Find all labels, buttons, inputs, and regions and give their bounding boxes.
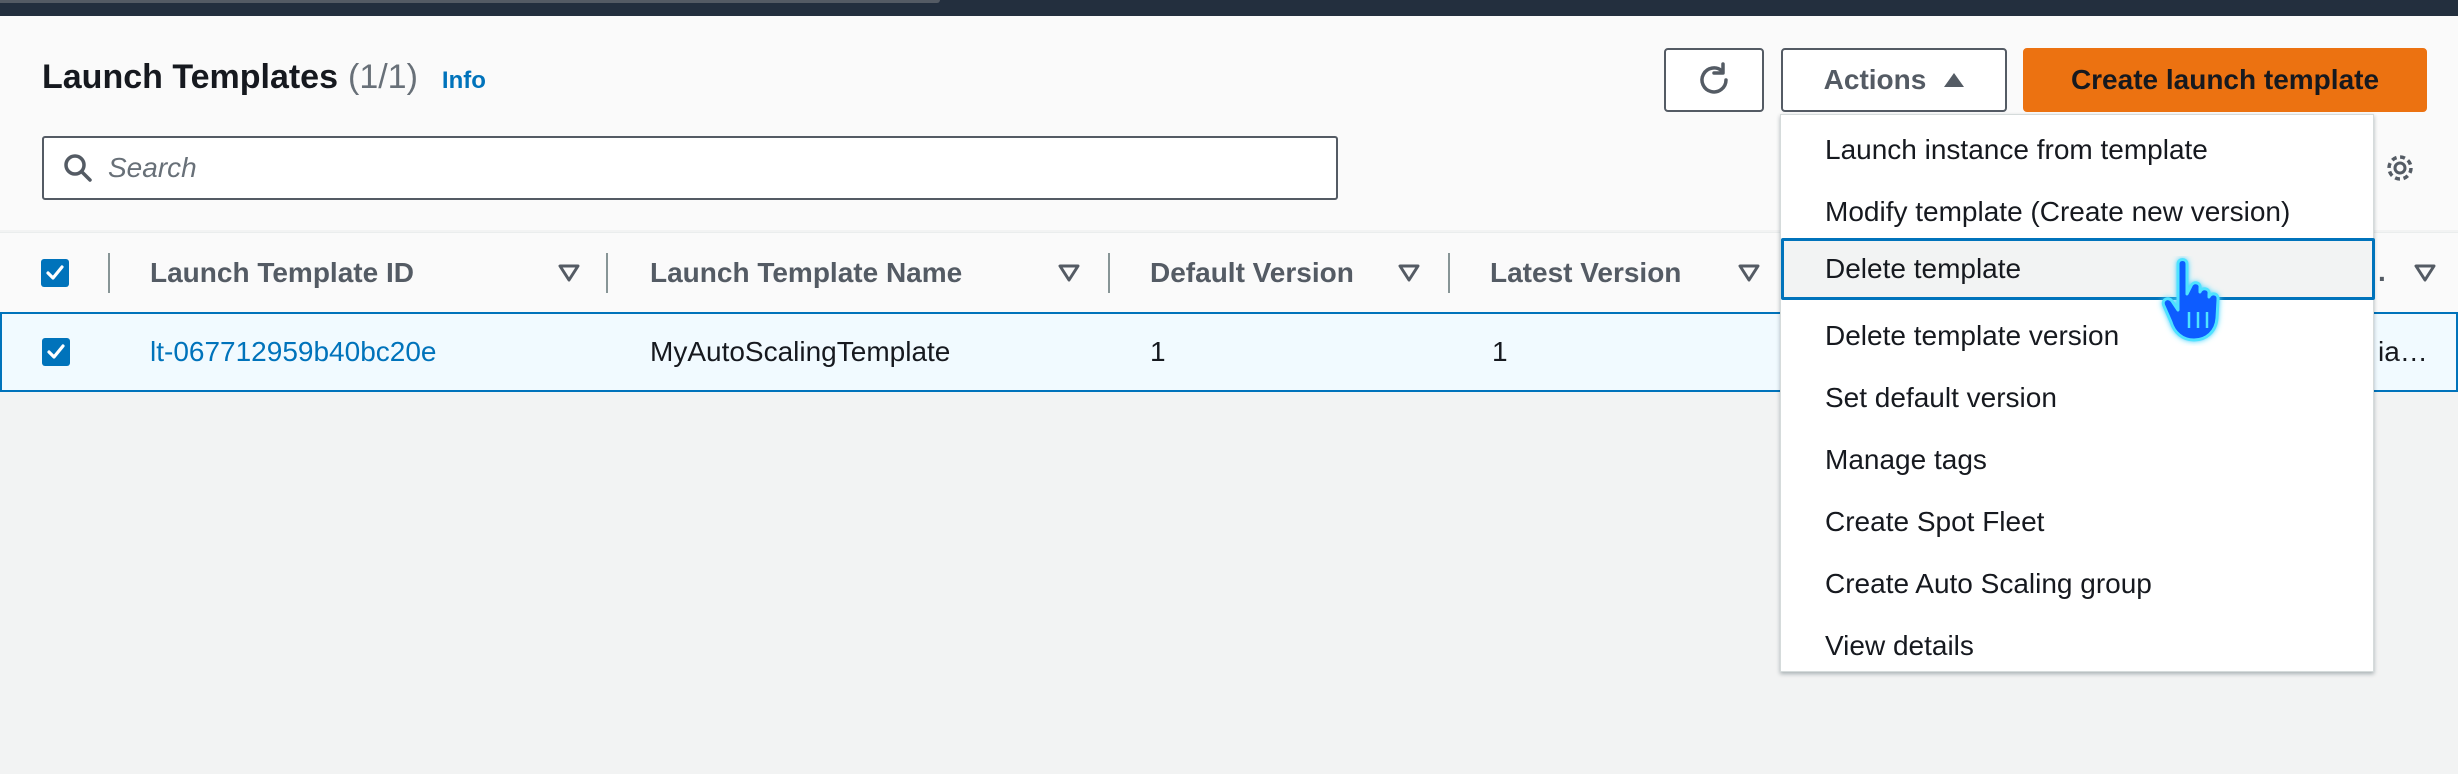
search-box[interactable] — [42, 136, 1338, 200]
column-header-label: Launch Template ID — [150, 257, 414, 288]
checkmark-icon — [47, 344, 65, 359]
template-id-link[interactable]: lt-067712959b40bc20e — [150, 314, 436, 390]
settings-gear-icon[interactable] — [2382, 150, 2418, 186]
page-title: Launch Templates (1/1) Info — [42, 58, 486, 97]
menu-item-launch-instance[interactable]: Launch instance from template — [1781, 119, 2375, 181]
row-select-checkbox[interactable] — [42, 338, 70, 366]
menu-item-view-details[interactable]: View details — [1781, 615, 2375, 677]
menu-item-set-default-version[interactable]: Set default version — [1781, 367, 2375, 429]
menu-item-delete-template-version[interactable]: Delete template version — [1781, 305, 2375, 367]
column-divider[interactable] — [1448, 253, 1450, 293]
column-header-label: Latest Version — [1490, 257, 1682, 288]
default-version-cell: 1 — [1150, 336, 1166, 367]
sort-descending-icon[interactable] — [1398, 233, 1420, 313]
column-header-template-name[interactable]: Launch Template Name — [650, 233, 962, 313]
menu-item-modify-template[interactable]: Modify template (Create new version) — [1781, 181, 2375, 243]
sort-descending-icon[interactable] — [1058, 233, 1080, 313]
column-divider[interactable] — [108, 253, 110, 293]
search-icon — [64, 154, 92, 182]
hand-pointer-cursor-icon — [2161, 258, 2220, 342]
column-divider[interactable] — [606, 253, 608, 293]
column-header-label: Default Version — [1150, 257, 1354, 288]
actions-button-label: Actions — [1823, 64, 1927, 95]
caret-up-icon — [1944, 73, 1965, 87]
menu-item-create-spot-fleet[interactable]: Create Spot Fleet — [1781, 491, 2375, 553]
actions-button[interactable]: Actions — [1781, 48, 2007, 112]
column-header-template-id[interactable]: Launch Template ID — [150, 233, 414, 313]
checkmark-icon — [46, 265, 64, 280]
menu-item-manage-tags[interactable]: Manage tags — [1781, 429, 2375, 491]
latest-version-cell: 1 — [1492, 336, 1508, 367]
menu-item-delete-template[interactable]: Delete template — [1781, 238, 2375, 300]
actions-dropdown-menu: Launch instance from template Modify tem… — [1780, 114, 2375, 672]
selection-count: (1/1) — [348, 58, 418, 96]
create-button-label: Create launch template — [2070, 64, 2380, 95]
create-launch-template-button[interactable]: Create launch template — [2023, 48, 2427, 112]
refresh-icon — [1700, 62, 1728, 94]
search-input[interactable] — [108, 146, 1308, 190]
top-scrollbar-thumb[interactable] — [0, 0, 940, 3]
sort-descending-icon[interactable] — [2414, 233, 2436, 313]
column-header-latest-version[interactable]: Latest Version — [1490, 233, 1681, 313]
column-divider[interactable] — [1108, 253, 1110, 293]
column-header-default-version[interactable]: Default Version — [1150, 233, 1354, 313]
column-header-truncated[interactable]: . — [2378, 232, 2386, 312]
select-all-checkbox[interactable] — [41, 259, 69, 287]
template-name-cell: MyAutoScalingTemplate — [650, 336, 951, 367]
top-navigation-bar — [0, 0, 2458, 16]
sort-descending-icon[interactable] — [1738, 233, 1760, 313]
sort-descending-icon[interactable] — [558, 233, 580, 313]
column-header-label: Launch Template Name — [650, 257, 963, 288]
menu-item-create-auto-scaling-group[interactable]: Create Auto Scaling group — [1781, 553, 2375, 615]
page-title-text: Launch Templates — [42, 58, 338, 96]
refresh-button[interactable] — [1664, 48, 1764, 112]
info-link[interactable]: Info — [442, 67, 486, 95]
truncated-cell: ia… — [2378, 336, 2428, 367]
